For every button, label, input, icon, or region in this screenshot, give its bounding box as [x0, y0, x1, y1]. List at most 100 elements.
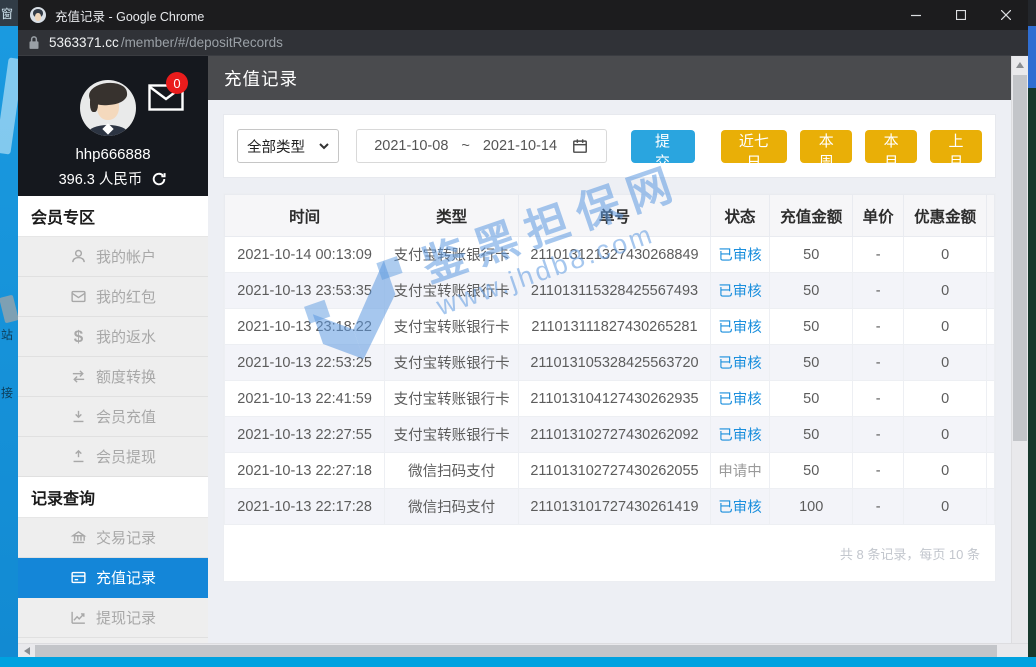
- this-week-button[interactable]: 本周: [800, 130, 852, 163]
- cell-time: 2021-10-14 00:13:09: [225, 237, 385, 273]
- date-to[interactable]: 2021-10-14: [483, 138, 557, 154]
- cell-type: 微信扫码支付: [385, 489, 519, 525]
- sidebar: 0 hhp666888 396.3 人民币 会员专区 我的帐户: [18, 56, 208, 643]
- cell-discount: 0: [904, 453, 987, 489]
- arrow-left-icon: [24, 647, 30, 655]
- horizontal-scrollbar[interactable]: [18, 643, 1028, 657]
- unread-count-badge: 0: [166, 72, 188, 94]
- cell-clipped: [987, 273, 995, 309]
- cell-unit-price: -: [853, 489, 904, 525]
- cell-time: 2021-10-13 23:18:22: [225, 309, 385, 345]
- sidebar-item-withdraw-records[interactable]: 提现记录: [18, 598, 208, 638]
- date-range-input[interactable]: 2021-10-08 ~ 2021-10-14: [356, 129, 607, 163]
- minimize-button[interactable]: [893, 0, 938, 30]
- withdraw-icon: [70, 448, 87, 465]
- table-row: 2021-10-13 22:41:59 支付宝转账银行卡 21101310412…: [225, 381, 995, 417]
- cell-status: 已审核: [710, 309, 769, 345]
- minimize-icon: [911, 10, 921, 20]
- url-domain: 5363371.cc: [49, 35, 119, 50]
- sidebar-item-deposit-records[interactable]: 充值记录: [18, 558, 208, 598]
- horizontal-scroll-thumb[interactable]: [35, 645, 997, 657]
- maximize-button[interactable]: [938, 0, 983, 30]
- page-title: 充值记录: [208, 56, 1011, 100]
- window-controls: [893, 0, 1028, 30]
- cell-discount: 0: [904, 237, 987, 273]
- table-row: 2021-10-13 22:27:55 支付宝转账银行卡 21101310272…: [225, 417, 995, 453]
- balance-amount: 396.3 人民币: [59, 168, 143, 189]
- last-seven-days-button[interactable]: 近七日: [721, 130, 788, 163]
- cell-order-no: 211013104127430262935: [519, 381, 711, 417]
- cell-order-no: 211013121327430268849: [519, 237, 711, 273]
- background-text-fragment: 站: [1, 326, 18, 343]
- sidebar-section-records: 记录查询: [18, 477, 208, 518]
- refresh-icon: [151, 171, 167, 187]
- cell-amount: 50: [770, 453, 853, 489]
- type-select[interactable]: 全部类型: [237, 129, 339, 163]
- table-row: 2021-10-13 22:27:18 微信扫码支付 2110131027274…: [225, 453, 995, 489]
- cell-time: 2021-10-13 22:27:55: [225, 417, 385, 453]
- cell-amount: 50: [770, 309, 853, 345]
- cell-clipped: [987, 489, 995, 525]
- cell-discount: 0: [904, 309, 987, 345]
- column-time: 时间: [225, 195, 385, 237]
- date-from[interactable]: 2021-10-08: [374, 138, 448, 154]
- scroll-up-button[interactable]: [1012, 56, 1028, 73]
- cell-type: 支付宝转账银行卡: [385, 237, 519, 273]
- cell-status: 已审核: [710, 417, 769, 453]
- address-bar[interactable]: 5363371.cc /member/#/depositRecords: [18, 30, 1028, 56]
- cell-type: 支付宝转账银行卡: [385, 345, 519, 381]
- close-button[interactable]: [983, 0, 1028, 30]
- sidebar-item-red-packet[interactable]: 我的红包: [18, 277, 208, 317]
- cell-discount: 0: [904, 417, 987, 453]
- deposit-table-body: 2021-10-14 00:13:09 支付宝转账银行卡 21101312132…: [225, 237, 995, 525]
- card-icon: [70, 569, 87, 586]
- cell-order-no: 211013101727430261419: [519, 489, 711, 525]
- sidebar-section-member: 会员专区: [18, 196, 208, 237]
- bank-icon: [70, 529, 87, 546]
- sidebar-item-rebate[interactable]: $ 我的返水: [18, 317, 208, 357]
- cell-unit-price: -: [853, 345, 904, 381]
- background-window-bottom-sliver: [0, 657, 1036, 667]
- cell-type: 支付宝转账银行卡: [385, 417, 519, 453]
- refresh-balance-button[interactable]: [151, 171, 167, 187]
- cell-discount: 0: [904, 489, 987, 525]
- deposit-records-table: 时间 类型 单号 状态 充值金额 单价 优惠金额 2021-10-14 00:1…: [224, 194, 995, 525]
- background-icon-fragment: [0, 57, 18, 154]
- filter-bar: 全部类型 2021-10-08 ~ 2021-10-14 提交 近七日 本周: [223, 114, 996, 178]
- cell-time: 2021-10-13 22:27:18: [225, 453, 385, 489]
- sidebar-item-transaction-records[interactable]: 交易记录: [18, 518, 208, 558]
- cell-clipped: [987, 381, 995, 417]
- sidebar-item-member-withdraw[interactable]: 会员提现: [18, 437, 208, 477]
- deposit-icon: [70, 408, 87, 425]
- vertical-scrollbar[interactable]: [1011, 56, 1028, 643]
- submit-button[interactable]: 提交: [631, 130, 695, 163]
- sidebar-item-quota-transfer[interactable]: 额度转换: [18, 357, 208, 397]
- sidebar-item-my-account[interactable]: 我的帐户: [18, 237, 208, 277]
- lock-icon: [28, 35, 40, 50]
- maximize-icon: [956, 10, 966, 20]
- browser-window: 充值记录 - Google Chrome 5363371.cc /member/…: [18, 0, 1028, 657]
- cell-amount: 50: [770, 273, 853, 309]
- calendar-icon: [572, 138, 588, 154]
- cell-type: 支付宝转账银行卡: [385, 381, 519, 417]
- background-window-right-sliver: [1028, 0, 1036, 657]
- cell-clipped: [987, 417, 995, 453]
- vertical-scroll-thumb[interactable]: [1013, 75, 1027, 441]
- this-month-button[interactable]: 本月: [865, 130, 917, 163]
- cell-time: 2021-10-13 23:53:35: [225, 273, 385, 309]
- cell-status: 已审核: [710, 381, 769, 417]
- cell-amount: 50: [770, 417, 853, 453]
- cell-order-no: 211013105328425563720: [519, 345, 711, 381]
- avatar[interactable]: [80, 80, 136, 136]
- scroll-left-button[interactable]: [18, 644, 35, 658]
- background-text-fragment: 接: [1, 384, 18, 401]
- sidebar-item-member-deposit[interactable]: 会员充值: [18, 397, 208, 437]
- column-status: 状态: [710, 195, 769, 237]
- column-type: 类型: [385, 195, 519, 237]
- cell-discount: 0: [904, 345, 987, 381]
- cell-unit-price: -: [853, 273, 904, 309]
- deposit-records-card: 时间 类型 单号 状态 充值金额 单价 优惠金额 2021-10-14 00:1…: [223, 193, 996, 582]
- close-icon: [1001, 10, 1011, 20]
- last-month-button[interactable]: 上月: [930, 130, 982, 163]
- cell-unit-price: -: [853, 417, 904, 453]
